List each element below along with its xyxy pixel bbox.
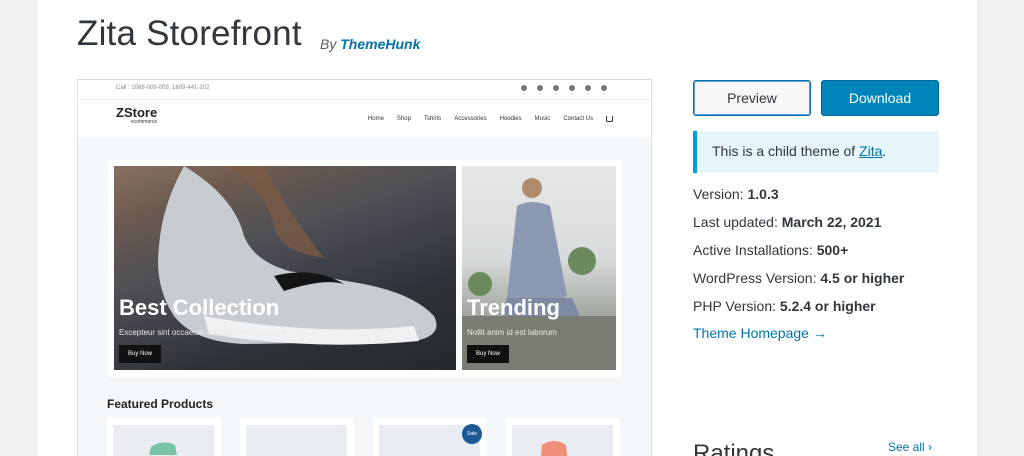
author-link[interactable]: ThemeHunk: [340, 36, 420, 52]
pinterest-icon: [601, 85, 607, 91]
ratings-heading: Ratings: [693, 440, 775, 456]
sneaker-illustration: [158, 166, 437, 345]
notice-suffix: .: [882, 143, 887, 159]
preview-menu-item: Contact Us: [563, 116, 593, 122]
meta-updated-value: March 22, 2021: [781, 214, 882, 230]
facebook-icon: [521, 85, 527, 91]
hero-main-title: Best Collection: [119, 295, 280, 320]
meta-php-value: 5.2.4 or higher: [779, 298, 876, 314]
meta-version: Version: 1.0.3: [693, 186, 779, 202]
hero-main-buy-button: Buy Now: [119, 345, 162, 363]
product-image: [113, 425, 214, 456]
preview-menu-item: Music: [534, 116, 551, 122]
meta-php-version: PHP Version: 5.2.4 or higher: [693, 298, 876, 314]
dribbble-icon: [537, 85, 543, 91]
instagram-icon: [553, 85, 559, 91]
featured-products-heading: Featured Products: [107, 397, 214, 411]
meta-updated-label: Last updated:: [693, 214, 782, 230]
meta-version-label: Version:: [693, 186, 748, 202]
child-theme-notice: This is a child theme of Zita.: [693, 131, 939, 173]
hero-sneaker-image: Best Collection Excepteur sint occaecat …: [114, 166, 456, 370]
preview-menu-item: Hoodies: [499, 116, 522, 122]
product-card: [240, 418, 354, 456]
preview-menu-item: Accessories: [454, 116, 487, 122]
product-card: [107, 418, 221, 456]
meta-installs-value: 500+: [816, 242, 849, 258]
download-button[interactable]: Download: [821, 80, 939, 116]
hero-trending-image: Trending Nollit anim id est laborum Buy …: [462, 166, 616, 370]
product-card: [506, 418, 620, 456]
preview-navbar: ZStore ecommerce Home Shop Tshirts Acces…: [78, 100, 651, 138]
preview-menu-item: Tshirts: [423, 116, 442, 122]
hero-side-buy-button: Buy Now: [467, 345, 510, 363]
meta-wp-version: WordPress Version: 4.5 or higher: [693, 270, 904, 286]
preview-logo-main: ZStore: [116, 105, 158, 120]
notice-text: This is a child theme of: [712, 143, 860, 159]
preview-social-icons: [521, 85, 607, 91]
meta-php-label: PHP Version:: [693, 298, 780, 314]
meta-wp-label: WordPress Version:: [693, 270, 821, 286]
see-all-ratings-link[interactable]: See all ›: [888, 440, 932, 454]
meta-active-installs: Active Installations: 500+: [693, 242, 848, 258]
shoe-product-illustration: [149, 442, 177, 455]
theme-homepage-link[interactable]: Theme Homepage →: [693, 325, 827, 341]
flickr-icon: [585, 85, 591, 91]
preview-menu-item: Home: [367, 116, 384, 122]
product-image: [246, 425, 347, 456]
theme-screenshot[interactable]: Call : 1088-009-009, 1809-441-202 ZStore…: [77, 79, 652, 456]
woman-illustration: [462, 178, 616, 370]
meta-installs-label: Active Installations:: [693, 242, 817, 258]
parent-theme-link[interactable]: Zita: [859, 143, 882, 159]
preview-topbar: Call : 1088-009-009, 1809-441-202: [78, 80, 651, 100]
hero-side-subtitle: Nollit anim id est laborum: [467, 328, 557, 337]
preview-menu: Home Shop Tshirts Accessories Hoodies Mu…: [368, 116, 613, 122]
meta-wp-value: 4.5 or higher: [820, 270, 905, 286]
sale-badge: Sale: [462, 424, 482, 444]
preview-hero: Best Collection Excepteur sint occaecat …: [108, 160, 622, 377]
preview-menu-item: Shop: [396, 116, 411, 122]
cart-icon: [606, 116, 613, 122]
preview-button[interactable]: Preview: [693, 80, 811, 116]
hero-main-subtitle: Excepteur sint occaecat cupidatat non pr…: [119, 328, 286, 337]
hero-side-title: Trending: [467, 295, 560, 320]
shirt-product-illustration: [540, 441, 568, 456]
theme-title: Zita Storefront: [77, 14, 302, 53]
preview-call-text: Call : 1088-009-009, 1809-441-202: [116, 85, 210, 91]
youtube-icon: [569, 85, 575, 91]
meta-version-value: 1.0.3: [747, 186, 779, 202]
preview-logo: ZStore ecommerce: [116, 106, 157, 125]
meta-last-updated: Last updated: March 22, 2021: [693, 214, 881, 230]
author-prefix: By: [320, 36, 337, 52]
product-image: [512, 425, 613, 456]
theme-author: By ThemeHunk: [320, 36, 420, 52]
